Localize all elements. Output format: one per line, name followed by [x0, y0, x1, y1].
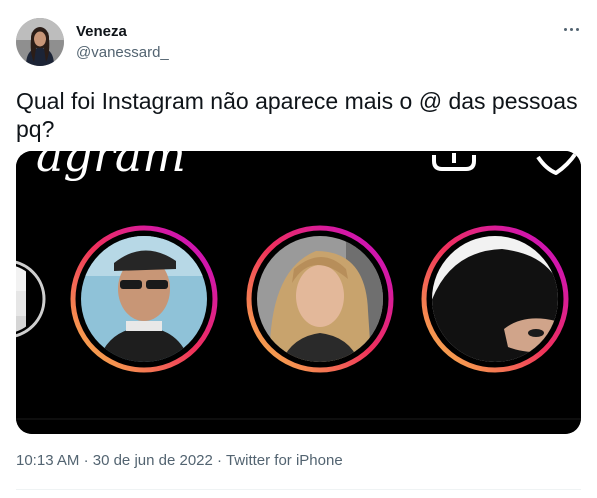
avatar[interactable]	[16, 18, 64, 66]
story-avatar-1	[70, 225, 218, 373]
tweet-source[interactable]: Twitter for iPhone	[226, 452, 343, 469]
tweet-date[interactable]: 30 de jun de 2022	[93, 452, 213, 469]
meta-separator-2: ·	[217, 452, 223, 469]
tweet-media[interactable]: agram	[16, 151, 581, 434]
tweet-meta: 10:13 AM · 30 de jun de 2022 · Twitter f…	[16, 452, 343, 469]
author-name[interactable]: Veneza	[76, 23, 127, 40]
meta-separator: ·	[83, 452, 89, 469]
author-handle[interactable]: @vanessard_	[76, 44, 169, 61]
instagram-wordmark: agram	[36, 151, 186, 182]
tweet-text: Qual foi Instagram não aparece mais o @ …	[16, 88, 578, 142]
story-avatar-3	[421, 225, 569, 373]
tweet-time[interactable]: 10:13 AM	[16, 452, 79, 469]
divider	[16, 489, 581, 490]
tweet-card: Veneza @vanessard_ Qual foi Instagram nã…	[0, 0, 597, 498]
more-horizontal-icon[interactable]	[559, 21, 583, 37]
